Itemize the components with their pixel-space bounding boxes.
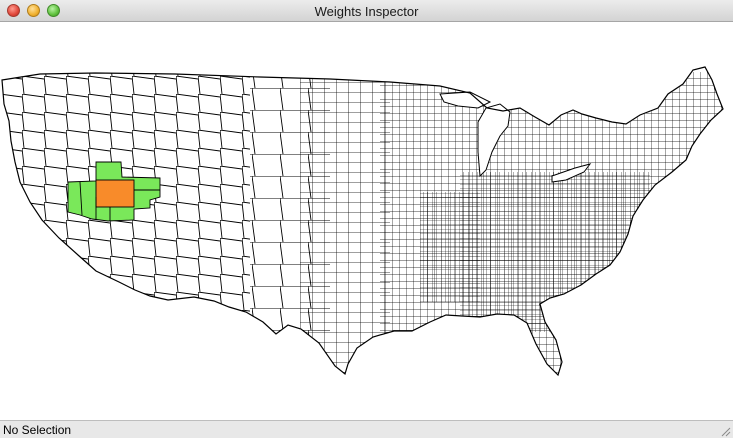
selected-county[interactable] <box>95 179 135 208</box>
status-bar: No Selection <box>0 420 733 438</box>
resize-grip-icon[interactable] <box>719 425 731 437</box>
map-canvas[interactable] <box>0 22 733 420</box>
county-map[interactable] <box>0 22 733 420</box>
window-title: Weights Inspector <box>314 4 419 19</box>
title-bar[interactable]: Weights Inspector <box>0 0 733 22</box>
weights-inspector-window: Weights Inspector No Selection <box>0 0 733 438</box>
status-text: No Selection <box>3 423 72 437</box>
counties-layer <box>2 67 723 375</box>
